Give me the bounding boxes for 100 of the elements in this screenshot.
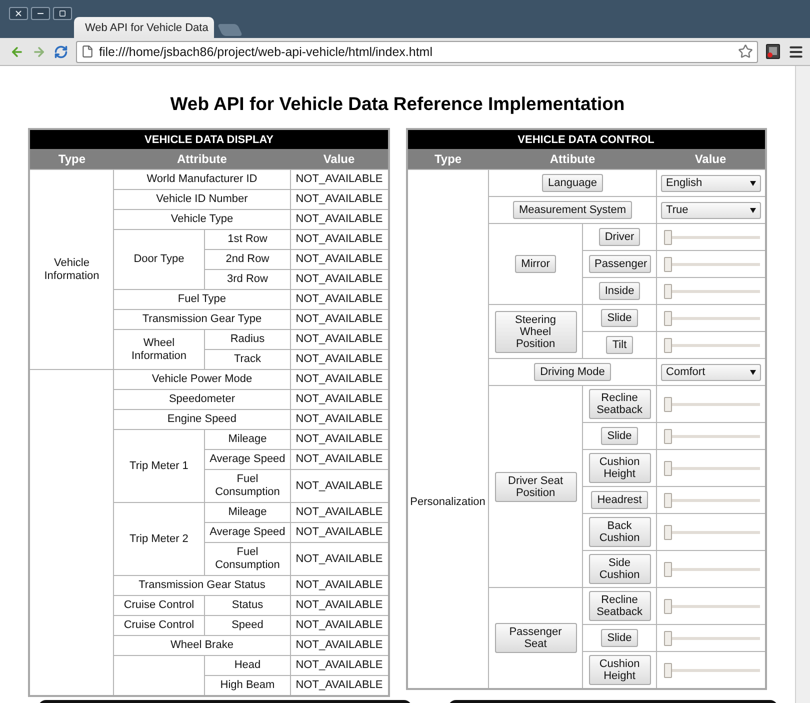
scrollbar[interactable] [795,66,810,703]
maximize-icon [59,10,66,17]
slider-thumb[interactable] [664,461,672,476]
slider-thumb[interactable] [664,311,672,326]
close-window-button[interactable] [9,7,28,20]
slider[interactable] [664,492,760,508]
minimize-button[interactable] [31,7,50,20]
attribute-button[interactable]: Cushion Height [588,655,651,685]
attribute-cell: 2nd Row [204,250,290,270]
attribute-cell: Status [204,596,290,616]
attribute-cell: World Manufacturer ID [113,170,290,190]
attribute-button[interactable]: Slide [601,309,638,327]
slider-thumb[interactable] [664,631,672,646]
slider[interactable] [664,283,760,299]
attribute-cell: Cruise Control [113,596,204,616]
slider-thumb[interactable] [664,493,672,508]
attribute-button[interactable]: Recline Seatback [588,389,651,419]
slider-thumb[interactable] [664,230,672,245]
attribute-cell: Speed [204,616,290,636]
slider[interactable] [664,229,760,245]
attribute-cell: Wheel Brake [113,636,290,656]
attribute-button[interactable]: Passenger [588,255,651,273]
address-bar[interactable]: file:///home/jsbach86/project/web-api-vehicle/html/index.html [76,40,758,62]
attribute-cell: Head [204,656,290,676]
slider[interactable] [664,337,760,353]
attribute-cell: Average Speed [204,522,290,542]
slider-thumb[interactable] [664,525,672,540]
attribute-button[interactable]: Slide [601,427,638,445]
attribute-button[interactable]: Language [542,174,603,192]
attribute-button[interactable]: Measurement System [513,201,632,219]
slider[interactable] [664,396,760,412]
attribute-button[interactable]: Cushion Height [588,453,651,483]
attribute-button[interactable]: Steering Wheel Position [494,310,577,352]
close-icon [14,9,23,18]
slider-thumb[interactable] [664,599,672,614]
slider[interactable] [664,460,760,476]
new-tab-button[interactable] [217,24,243,36]
type-cell: Vehicle Information [29,170,114,370]
type-cell: Personalization [406,170,489,689]
column-header: Type [29,149,114,170]
dropdown[interactable]: Comfort [661,364,761,380]
slider-thumb[interactable] [664,397,672,412]
slider[interactable] [664,662,760,678]
table-title: VEHICLE DATA DISPLAY [29,129,389,149]
caret-icon [750,208,756,212]
attribute-cell: 3rd Row [204,270,290,290]
dropdown[interactable]: English [661,174,761,192]
attribute-cell: Trip Meter 2 [113,502,204,576]
browser-tab[interactable]: Web API for Vehicle Data [74,17,214,38]
attribute-cell: Vehicle Power Mode [113,370,290,390]
attribute-button[interactable]: Passenger Seat [494,623,577,653]
slider-thumb[interactable] [664,257,672,272]
attribute-cell: Transmission Gear Status [113,576,290,596]
maximize-button[interactable] [53,7,72,20]
slider-thumb[interactable] [664,338,672,353]
attribute-cell: Vehicle Type [113,210,290,230]
attribute-button[interactable]: Driver Seat Position [494,472,577,502]
attribute-cell: Average Speed [204,450,290,470]
attribute-cell: Mileage [204,430,290,450]
back-icon[interactable] [10,44,24,58]
slider[interactable] [664,630,760,646]
reload-icon[interactable] [54,44,68,58]
slider[interactable] [664,256,760,272]
attribute-button[interactable]: Side Cushion [588,554,651,584]
column-header: Type [406,149,489,170]
slider[interactable] [664,428,760,444]
attribute-cell: Trip Meter 1 [113,430,204,502]
attribute-cell: Cruise Control [113,616,204,636]
menu-icon[interactable] [788,44,804,60]
star-icon[interactable] [738,44,753,59]
attribute-button[interactable]: Slide [601,629,638,647]
dropdown[interactable]: True [661,202,761,218]
attribute-cell: Engine Speed [113,410,290,430]
attribute-cell: Fuel Consumption [204,470,290,502]
slider-thumb[interactable] [664,284,672,299]
page-title: Web API for Vehicle Data Reference Implementation [170,93,625,115]
slider-thumb[interactable] [664,429,672,444]
attribute-button[interactable]: Recline Seatback [588,591,651,621]
attribute-button[interactable]: Headrest [591,491,648,509]
table-title: VEHICLE DATA CONTROL [406,129,766,149]
attribute-button[interactable]: Driver [598,228,640,246]
attribute-button[interactable]: Mirror [515,255,556,273]
attribute-button[interactable]: Back Cushion [588,517,651,547]
column-header: Attribute [113,149,290,170]
slider-thumb[interactable] [664,663,672,678]
slider[interactable] [664,598,760,614]
slider[interactable] [664,561,760,577]
attribute-button[interactable]: Inside [598,282,640,300]
attribute-cell: Mileage [204,502,290,522]
column-header: Attibute [488,149,657,170]
slider-thumb[interactable] [664,562,672,577]
attribute-button[interactable]: Driving Mode [534,363,611,381]
slider[interactable] [664,524,760,540]
attribute-cell: Vehicle ID Number [113,190,290,210]
column-header: Value [656,149,766,170]
slider[interactable] [664,310,760,326]
forward-icon[interactable] [32,44,46,58]
value-cell: NOT_AVAILABLE [290,170,389,190]
attribute-button[interactable]: Tilt [606,336,633,354]
extension-icon[interactable] [766,44,780,59]
